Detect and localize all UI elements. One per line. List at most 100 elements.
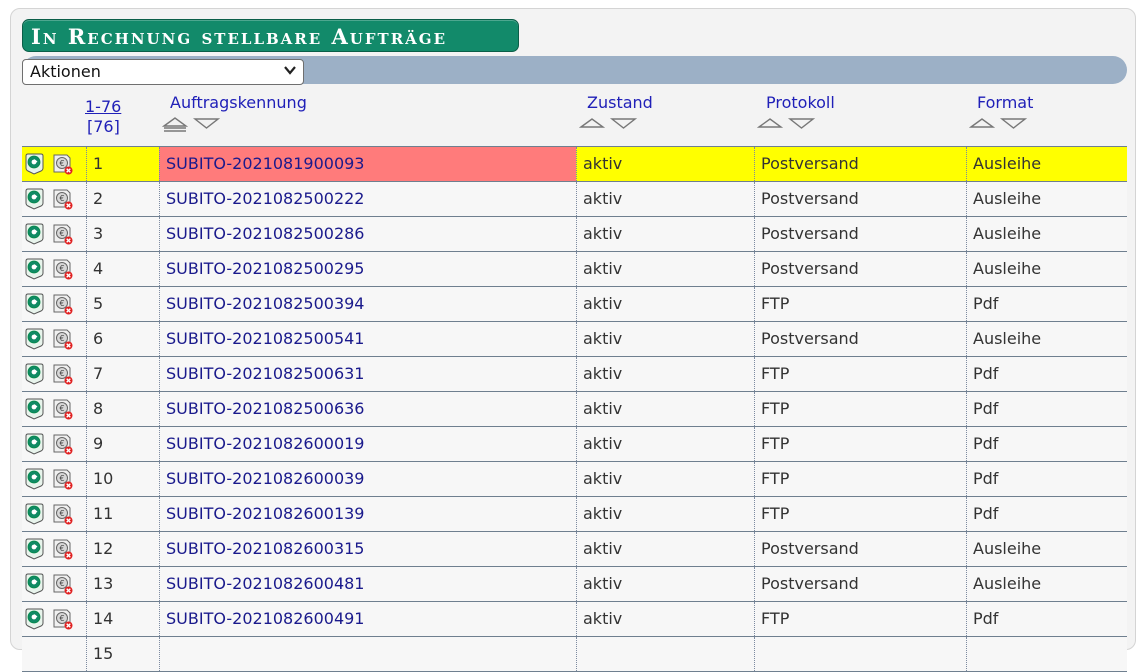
cancel-order-icon[interactable]: € [53,398,73,420]
column-header-format[interactable]: Format [977,93,1033,112]
cancel-order-icon[interactable]: € [53,223,73,245]
cancel-order-icon[interactable]: € [53,188,73,210]
table-row[interactable]: €6 SUBITO-2021082500541 aktiv Postversand Au… [22,322,1127,357]
cancel-order-icon[interactable]: € [53,293,73,315]
order-protocol: FTP [754,497,966,531]
order-id[interactable]: SUBITO-2021082500541 [159,322,576,356]
order-id[interactable]: SUBITO-2021081900093 [159,147,576,181]
order-id[interactable] [159,637,576,671]
cancel-order-icon[interactable]: € [53,608,73,630]
table-row[interactable]: €11 SUBITO-2021082600139 aktiv FTP Pdf [22,497,1127,532]
order-id[interactable]: SUBITO-2021082600139 [159,497,576,531]
cancel-order-icon[interactable]: € [53,328,73,350]
order-format: Ausleihe [966,252,1127,286]
row-actions: € [22,147,86,181]
sort-descending-icon[interactable] [192,118,220,129]
table-row[interactable]: €12 SUBITO-2021082600315 aktiv Postversand A… [22,532,1127,567]
column-header-state[interactable]: Zustand [587,93,653,112]
order-format: Pdf [966,357,1127,391]
open-order-icon[interactable] [24,293,44,315]
order-format: Pdf [966,602,1127,636]
order-id[interactable]: SUBITO-2021082600315 [159,532,576,566]
row-actions: € [22,497,86,531]
order-id[interactable]: SUBITO-2021082500636 [159,392,576,426]
table-row[interactable]: €7 SUBITO-2021082500631 aktiv FTP Pdf [22,357,1127,392]
order-format: Pdf [966,392,1127,426]
order-id[interactable]: SUBITO-2021082500222 [159,182,576,216]
page-title: In Rechnung stellbare Aufträge [22,19,519,52]
sort-arrows-id [162,117,220,132]
order-protocol: Postversand [754,182,966,216]
table-row[interactable]: €3 SUBITO-2021082500286 aktiv Postversand Au… [22,217,1127,252]
cancel-order-icon[interactable]: € [53,258,73,280]
sort-ascending-active-icon[interactable] [162,117,189,132]
open-order-icon[interactable] [24,363,44,385]
open-order-icon[interactable] [24,153,44,175]
order-protocol: Postversand [754,217,966,251]
order-id[interactable]: SUBITO-2021082500394 [159,287,576,321]
actions-dropdown[interactable]: Aktionen [22,59,304,85]
open-order-icon[interactable] [24,398,44,420]
column-header-protocol[interactable]: Protokoll [766,93,835,112]
order-id[interactable]: SUBITO-2021082500286 [159,217,576,251]
row-number: 14 [86,602,159,636]
cancel-order-icon[interactable]: € [53,538,73,560]
table-row[interactable]: €9 SUBITO-2021082600019 aktiv FTP Pdf [22,427,1127,462]
table-row[interactable]: €10 SUBITO-2021082600039 aktiv FTP Pdf [22,462,1127,497]
open-order-icon[interactable] [24,328,44,350]
order-id[interactable]: SUBITO-2021082600019 [159,427,576,461]
table-row[interactable]: €2 SUBITO-2021082500222 aktiv Postversand Au… [22,182,1127,217]
table-row[interactable]: 15 [22,637,1127,672]
row-actions: € [22,252,86,286]
order-id[interactable]: SUBITO-2021082600481 [159,567,576,601]
table-row[interactable]: €4 SUBITO-2021082500295 aktiv Postversand Au… [22,252,1127,287]
order-protocol: Postversand [754,567,966,601]
table-row[interactable]: €5 SUBITO-2021082500394 aktiv FTP Pdf [22,287,1127,322]
order-id[interactable]: SUBITO-2021082500295 [159,252,576,286]
svg-text:€: € [59,334,64,343]
order-format: Ausleihe [966,182,1127,216]
sort-ascending-icon[interactable] [579,118,606,128]
order-id[interactable]: SUBITO-2021082600039 [159,462,576,496]
open-order-icon[interactable] [24,503,44,525]
sort-ascending-icon[interactable] [969,118,996,128]
cancel-order-icon[interactable]: € [53,433,73,455]
row-number: 2 [86,182,159,216]
svg-text:€: € [59,439,64,448]
open-order-icon[interactable] [24,258,44,280]
sort-descending-icon[interactable] [787,118,815,129]
order-protocol: FTP [754,602,966,636]
order-protocol [754,637,966,671]
open-order-icon[interactable] [24,468,44,490]
cancel-order-icon[interactable]: € [53,363,73,385]
open-order-icon[interactable] [24,608,44,630]
open-order-icon[interactable] [24,188,44,210]
svg-text:€: € [59,614,64,623]
table-row[interactable]: €14 SUBITO-2021082600491 aktiv FTP Pdf [22,602,1127,637]
table-row[interactable]: €1 SUBITO-2021081900093 aktiv Postversand Au… [22,146,1127,182]
cancel-order-icon[interactable]: € [53,468,73,490]
cancel-order-icon[interactable]: € [53,573,73,595]
open-order-icon[interactable] [24,433,44,455]
order-format [966,637,1127,671]
order-state: aktiv [576,252,754,286]
row-number: 13 [86,567,159,601]
svg-text:€: € [59,474,64,483]
table-row[interactable]: €8 SUBITO-2021082500636 aktiv FTP Pdf [22,392,1127,427]
table-row[interactable]: €13 SUBITO-2021082600481 aktiv Postversand A… [22,567,1127,602]
cancel-order-icon[interactable]: € [53,153,73,175]
sort-descending-icon[interactable] [999,118,1027,129]
order-protocol: FTP [754,462,966,496]
open-order-icon[interactable] [24,538,44,560]
cancel-order-icon[interactable]: € [53,503,73,525]
sort-ascending-icon[interactable] [757,118,784,128]
sort-descending-icon[interactable] [609,118,637,129]
open-order-icon[interactable] [24,573,44,595]
order-id[interactable]: SUBITO-2021082500631 [159,357,576,391]
open-order-icon[interactable] [24,223,44,245]
row-number: 15 [86,637,159,671]
column-header-id[interactable]: Auftragskennung [170,93,307,112]
range-link[interactable]: 1-76 [85,97,121,116]
svg-text:€: € [59,509,64,518]
order-id[interactable]: SUBITO-2021082600491 [159,602,576,636]
